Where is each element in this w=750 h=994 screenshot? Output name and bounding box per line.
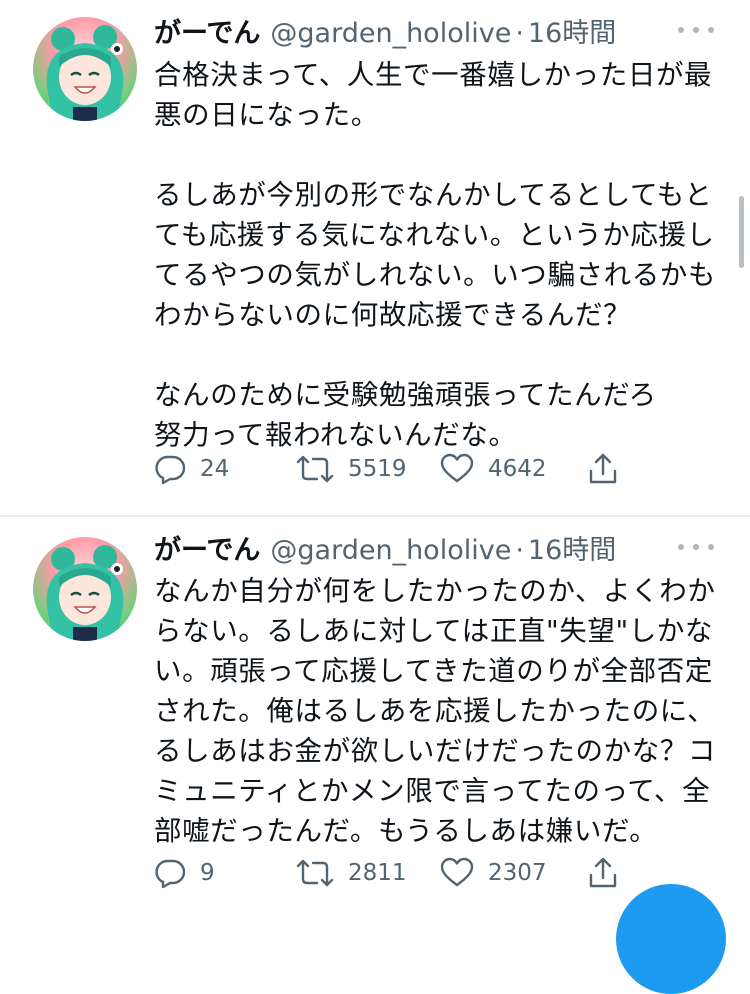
tweet[interactable]: がーでん @garden_hololive · 16時間 合格決まって、人生で一番嬉し… [0, 0, 750, 516]
tweet-text: 合格決まって、人生で一番嬉しかった日が最悪の日になった。 るしあが今別の形でなん… [154, 59, 716, 451]
retweet-count: 5519 [348, 456, 407, 482]
reply-bubble-icon [155, 859, 186, 889]
reply-button[interactable]: 9 [154, 853, 215, 893]
scrollbar[interactable] [739, 196, 744, 268]
retweet-button[interactable]: 2811 [296, 853, 407, 893]
tweet-actions: 9 2811 2307 [154, 853, 634, 893]
like-count: 4642 [488, 456, 547, 482]
tweet-actions: 24 5519 4642 [154, 449, 634, 489]
share-icon [589, 857, 617, 888]
anime-avatar-icon [46, 545, 124, 641]
compose-button[interactable] [616, 884, 726, 994]
retweet-icon [296, 859, 334, 887]
handle[interactable]: @garden_hololive [270, 535, 511, 566]
avatar[interactable] [33, 537, 137, 641]
retweet-count: 2811 [348, 860, 407, 886]
like-count: 2307 [488, 860, 547, 886]
retweet-icon [296, 455, 334, 483]
heart-icon [440, 453, 474, 483]
share-icon [589, 453, 617, 484]
reply-button[interactable]: 24 [154, 449, 229, 489]
tweet-header: がーでん @garden_hololive · 16時間 [154, 531, 744, 571]
display-name[interactable]: がーでん [154, 18, 260, 49]
tweet-text: なんか自分が何をしたかったのか、よくわからない。るしあに対しては正直"失望"しか… [154, 575, 716, 847]
timestamp[interactable]: 16時間 [528, 535, 616, 566]
more-dots-icon[interactable] [678, 22, 714, 38]
reply-bubble-icon [155, 455, 186, 485]
share-button[interactable] [588, 853, 618, 893]
tweet[interactable]: がーでん @garden_hololive · 16時間 なんか自分が何をしたかったの… [0, 517, 750, 926]
like-button[interactable]: 2307 [440, 853, 547, 893]
like-button[interactable]: 4642 [440, 449, 547, 489]
avatar[interactable] [33, 17, 137, 121]
retweet-button[interactable]: 5519 [296, 449, 407, 489]
tweet-header: がーでん @garden_hololive · 16時間 [154, 14, 744, 54]
display-name[interactable]: がーでん [154, 535, 260, 566]
more-dots-icon[interactable] [678, 539, 714, 555]
handle[interactable]: @garden_hololive [270, 18, 511, 49]
anime-avatar-icon [46, 25, 124, 121]
timestamp[interactable]: 16時間 [528, 18, 616, 49]
reply-count: 9 [200, 860, 215, 886]
separator: · [515, 18, 524, 49]
heart-icon [440, 857, 474, 887]
separator: · [515, 535, 524, 566]
share-button[interactable] [588, 449, 618, 489]
reply-count: 24 [200, 456, 230, 482]
